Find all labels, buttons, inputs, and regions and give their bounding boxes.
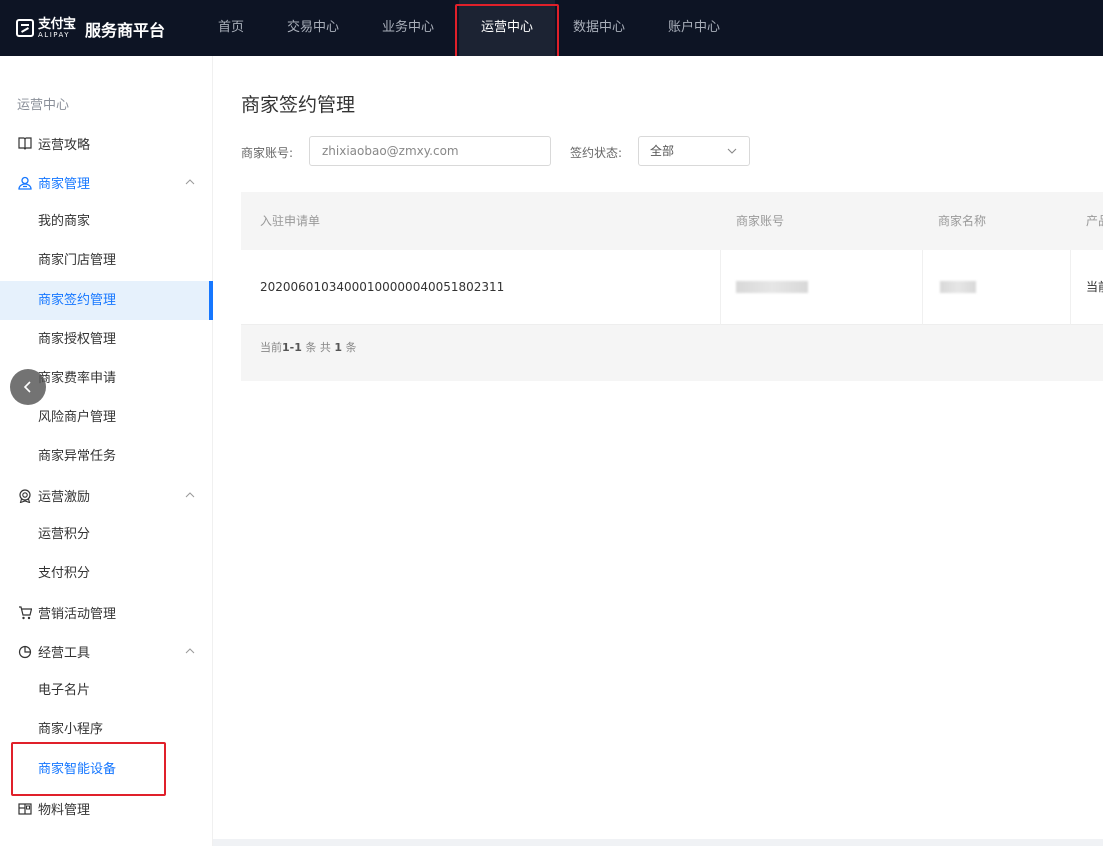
sidebar-item-label: 经营工具 <box>38 646 91 661</box>
sidebar-item-operation-guide[interactable]: 运营攻略 <box>0 124 213 163</box>
user-group-icon <box>17 175 32 190</box>
column-divider <box>922 250 923 325</box>
sidebar-item-merchant-authorization[interactable]: 商家授权管理 <box>0 320 213 359</box>
status-filter-label: 签约状态: <box>570 146 623 160</box>
cart-icon <box>17 605 32 620</box>
sidebar-item-label: 物料管理 <box>38 803 91 818</box>
nav-account-center[interactable]: 账户中心 <box>668 0 720 56</box>
material-icon <box>17 801 32 816</box>
sidebar-item-operation-incentives[interactable]: 运营激励 <box>0 476 213 515</box>
chevron-left-icon <box>23 381 31 393</box>
sidebar-item-merchant-abnormal-tasks[interactable]: 商家异常任务 <box>0 437 213 476</box>
sidebar-item-merchant-management[interactable]: 商家管理 <box>0 163 213 202</box>
nav-trade-center[interactable]: 交易中心 <box>287 0 339 56</box>
sidebar: 运营中心 运营攻略 商家管理 我的商家 商家门店管理 商家签约管理 商家授权管理… <box>0 56 213 846</box>
back-button[interactable] <box>10 369 46 405</box>
book-icon <box>17 136 32 151</box>
nav-data-center[interactable]: 数据中心 <box>573 0 625 56</box>
sidebar-item-my-merchants[interactable]: 我的商家 <box>0 202 213 241</box>
signing-table: 入驻申请单 商家账号 商家名称 产品 202006010340001000000… <box>241 192 1103 381</box>
sidebar-item-business-tools[interactable]: 经营工具 <box>0 632 213 671</box>
sidebar-item-merchant-stores[interactable]: 商家门店管理 <box>0 241 213 280</box>
table-row[interactable]: 20200601034000100000040051802311 当前 <box>241 250 1103 325</box>
sidebar-item-marketing-activities[interactable]: 营销活动管理 <box>0 593 213 632</box>
column-header-product: 产品 <box>1086 214 1103 228</box>
signing-status-value: 全部 <box>650 144 675 158</box>
cell-application-id: 20200601034000100000040051802311 <box>260 280 505 294</box>
alipay-logo-icon <box>16 19 34 37</box>
sidebar-item-business-card[interactable]: 电子名片 <box>0 671 213 710</box>
merchant-account-input[interactable]: zhixiaobao@zmxy.com <box>309 136 551 166</box>
sidebar-item-label: 运营攻略 <box>38 138 91 153</box>
chevron-up-icon <box>185 492 195 498</box>
page-title: 商家签约管理 <box>241 94 356 116</box>
main-content: 商家签约管理 商家账号: zhixiaobao@zmxy.com 签约状态: 全… <box>213 56 1103 839</box>
column-header-application: 入驻申请单 <box>260 214 321 228</box>
column-header-account: 商家账号 <box>736 214 785 228</box>
logo-text: 支付宝 ALIPAY <box>38 16 76 39</box>
chevron-up-icon <box>185 179 195 185</box>
chevron-down-icon <box>727 148 737 154</box>
sidebar-item-merchant-signing[interactable]: 商家签约管理 <box>0 281 213 320</box>
sidebar-item-label: 运营激励 <box>38 490 91 505</box>
column-divider <box>1070 250 1071 325</box>
sidebar-item-operation-points[interactable]: 运营积分 <box>0 515 213 554</box>
sidebar-item-label: 商家管理 <box>38 177 91 192</box>
pagination-summary: 当前1-1 条 共 1 条 <box>260 341 357 354</box>
badge-icon <box>17 488 32 503</box>
highlight-box-smart-devices <box>11 742 166 796</box>
redacted-account <box>736 281 808 293</box>
chevron-up-icon <box>185 648 195 654</box>
column-divider <box>720 250 721 325</box>
signing-status-select[interactable]: 全部 <box>638 136 750 166</box>
redacted-name <box>940 281 976 293</box>
sidebar-header: 运营中心 <box>17 98 70 113</box>
sidebar-item-payment-points[interactable]: 支付积分 <box>0 554 213 593</box>
pie-icon <box>17 644 32 659</box>
nav-home[interactable]: 首页 <box>218 0 244 56</box>
cell-product: 当前 <box>1086 280 1103 294</box>
platform-title: 服务商平台 <box>85 21 166 40</box>
nav-business-center[interactable]: 业务中心 <box>382 0 434 56</box>
alipay-logo[interactable]: 支付宝 ALIPAY <box>16 16 76 40</box>
sidebar-item-label: 营销活动管理 <box>38 607 117 622</box>
account-filter-label: 商家账号: <box>241 146 294 160</box>
column-header-name: 商家名称 <box>938 214 987 228</box>
